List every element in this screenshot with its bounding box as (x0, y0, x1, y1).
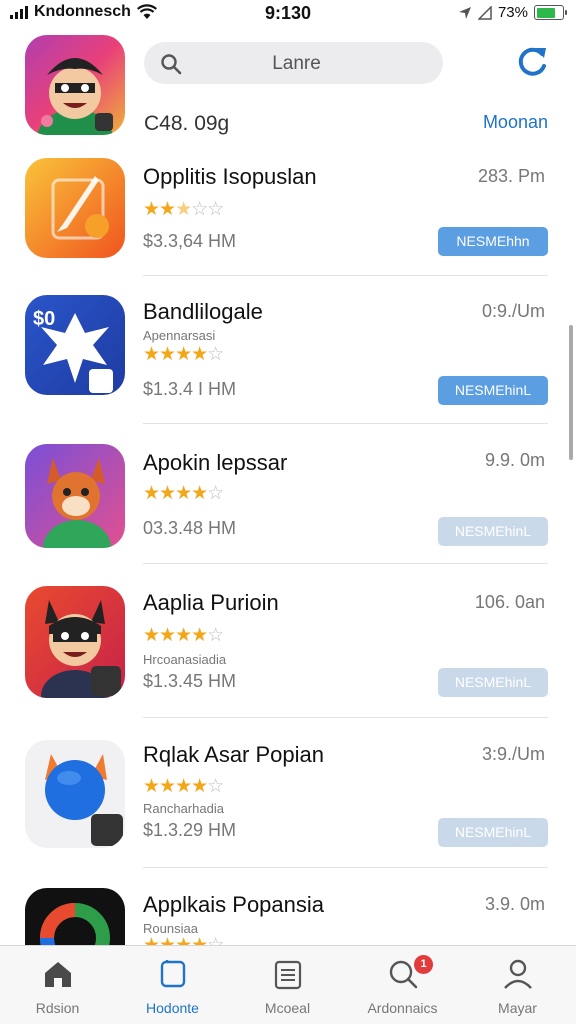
app-price: 03.3.48 HM (143, 518, 237, 538)
notification-badge: 1 (414, 955, 433, 974)
list-item[interactable]: Apokin lepssar ★★★★☆ 03.3.48 HM 9.9. 0m … (0, 444, 576, 564)
star-rating: ★★★★☆ (143, 934, 224, 945)
tab-home[interactable]: Rdsion (0, 946, 115, 1024)
home-icon (45, 962, 71, 987)
app-icon (25, 586, 125, 698)
list-item[interactable]: Rqlak Asar Popian ★★★★☆ Rancharhadia $1.… (0, 740, 576, 868)
app-name: Apokin lepssar (143, 450, 288, 475)
divider (143, 867, 548, 868)
spark-bubble-icon: $0 (25, 295, 125, 395)
app-name: Opplitis Isopuslan (143, 164, 317, 189)
app-subtitle: Hrcoanasiadia (143, 652, 227, 667)
ring-logo-icon (25, 888, 125, 945)
tab-label: Mayar (498, 1000, 537, 1016)
location-icon (458, 6, 471, 19)
app-size: 283. Pm (477, 166, 545, 186)
app-price: $1.3.4 I HM (143, 379, 237, 399)
app-price: $1.3.29 HM (143, 820, 237, 840)
app-icon (25, 158, 125, 258)
star-rating: ★★★★☆ (143, 344, 224, 365)
star-rating: ★★★☆☆ (143, 199, 224, 220)
refresh-button[interactable] (512, 44, 552, 80)
apps-icon (160, 960, 186, 988)
refresh-icon (518, 47, 546, 76)
divider (143, 423, 548, 424)
tab-search[interactable]: 1 Ardonnaics (345, 946, 460, 1024)
app-icon (25, 740, 125, 848)
status-right: 73% (458, 4, 567, 21)
battery-percentage: 73% (497, 4, 528, 21)
profile-icon (504, 959, 532, 989)
app-name: Aaplia Purioin (143, 590, 279, 615)
signal-strength-icon (477, 5, 492, 20)
list-item[interactable]: Opplitis Isopuslan ★★★☆☆ $3.3,64 HM 283.… (0, 158, 576, 276)
cartoon-character-icon (25, 35, 125, 135)
tab-label: Rdsion (35, 1000, 80, 1016)
tab-bar: Rdsion Hodonte Mcoeal 1 Ardonnaics Mayar (0, 945, 576, 1024)
divider (143, 275, 548, 276)
masked-cat-icon (25, 586, 125, 698)
get-button[interactable]: NESMEhhn (438, 227, 548, 256)
app-size: 3.9. 0m (484, 894, 545, 914)
app-name: Bandlilogale (143, 299, 263, 324)
star-rating: ★★★★☆ (143, 776, 224, 797)
app-size: 0:9./Um (481, 301, 545, 321)
battery-icon (534, 5, 567, 20)
app-name: Applkais Popansia (143, 892, 325, 917)
pencil-square-icon (25, 158, 125, 258)
header-subtitle: C48. 09g (144, 112, 230, 135)
tab-profile[interactable]: Mayar (460, 946, 575, 1024)
get-button[interactable]: NESMEhinL (438, 517, 548, 546)
app-size: 106. 0an (474, 592, 545, 612)
app-subtitle: Apennarsasi (143, 328, 216, 343)
search-bar[interactable]: Lanre (144, 42, 443, 84)
get-button[interactable]: NESMEhinL (438, 818, 548, 847)
app-price: $1.3.45 HM (143, 671, 237, 691)
status-bar: Kndonnesch 9:130 73% (0, 0, 576, 28)
header-link[interactable]: Moonan (483, 112, 548, 133)
app-icon: $0 (25, 295, 125, 395)
tab-apps[interactable]: Hodonte (115, 946, 230, 1024)
app-icon (25, 888, 125, 945)
fox-character-icon (25, 444, 125, 548)
app-subtitle: Rancharhadia (143, 801, 224, 816)
tab-label: Ardonnaics (367, 1000, 438, 1016)
tab-label: Hodonte (146, 1000, 199, 1016)
featured-app-icon[interactable] (25, 35, 125, 135)
search-text: Lanre (272, 53, 321, 74)
app-size: 3:9./Um (481, 744, 545, 764)
tab-label: Mcoeal (264, 1000, 311, 1016)
get-button[interactable]: NESMEhinL (438, 376, 548, 405)
star-rating: ★★★★☆ (143, 483, 224, 504)
scroll-indicator[interactable] (569, 325, 573, 460)
app-size: 9.9. 0m (484, 450, 545, 470)
document-icon (274, 960, 302, 990)
app-icon (25, 444, 125, 548)
star-rating: ★★★★☆ (143, 625, 224, 646)
svg-text:$0: $0 (33, 308, 55, 330)
app-price: $3.3,64 HM (143, 231, 237, 251)
tab-documents[interactable]: Mcoeal (230, 946, 345, 1024)
blue-orb-icon (25, 740, 125, 848)
divider (143, 717, 548, 718)
list-item[interactable]: Applkais Popansia Rounsiaa ★★★★☆ 3.9. 0m (0, 888, 576, 945)
divider (143, 563, 548, 564)
list-item[interactable]: Aaplia Purioin ★★★★☆ Hrcoanasiadia $1.3.… (0, 586, 576, 718)
list-item[interactable]: $0 Bandlilogale Apennarsasi ★★★★☆ $1.3.4… (0, 295, 576, 425)
app-name: Rqlak Asar Popian (143, 742, 324, 767)
get-button[interactable]: NESMEhinL (438, 668, 548, 697)
